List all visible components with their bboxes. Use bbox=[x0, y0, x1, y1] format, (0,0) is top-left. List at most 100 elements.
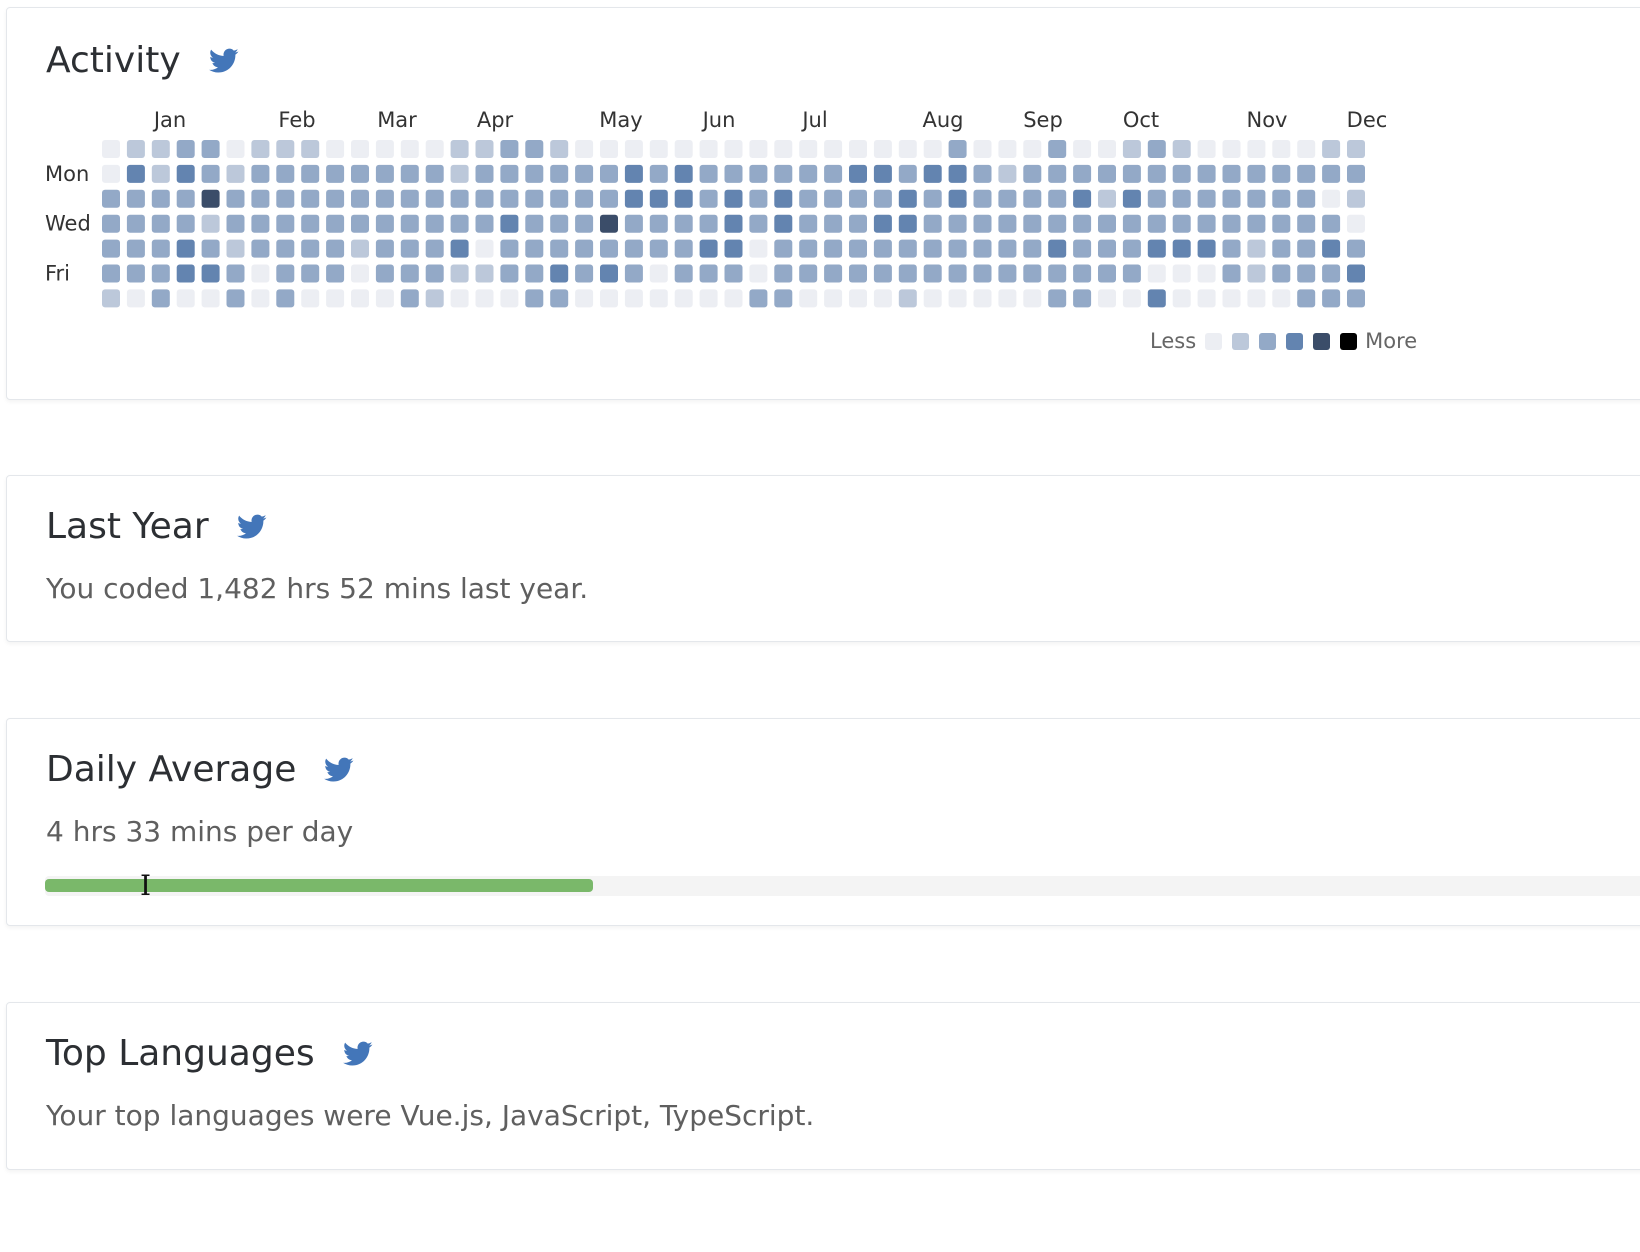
heatmap-cell[interactable] bbox=[1197, 214, 1216, 233]
heatmap-cell[interactable] bbox=[276, 214, 295, 233]
heatmap-cell[interactable] bbox=[1048, 164, 1067, 183]
heatmap-cell[interactable] bbox=[126, 164, 145, 183]
heatmap-cell[interactable] bbox=[873, 239, 892, 258]
heatmap-cell[interactable] bbox=[1147, 239, 1166, 258]
heatmap-cell[interactable] bbox=[1122, 239, 1141, 258]
heatmap-cell[interactable] bbox=[1322, 214, 1341, 233]
heatmap-cell[interactable] bbox=[450, 214, 469, 233]
heatmap-cell[interactable] bbox=[849, 289, 867, 308]
heatmap-cell[interactable] bbox=[749, 214, 768, 233]
heatmap-cell[interactable] bbox=[276, 164, 295, 183]
heatmap-cell[interactable] bbox=[948, 189, 967, 208]
heatmap-cell[interactable] bbox=[923, 289, 942, 308]
heatmap-cell[interactable] bbox=[649, 214, 668, 233]
heatmap-cell[interactable] bbox=[201, 264, 220, 283]
heatmap-cell[interactable] bbox=[500, 164, 519, 183]
heatmap-cell[interactable] bbox=[1147, 264, 1166, 283]
heatmap-cell[interactable] bbox=[1222, 189, 1241, 208]
heatmap-cell[interactable] bbox=[126, 239, 145, 258]
heatmap-cell[interactable] bbox=[1347, 289, 1365, 308]
heatmap-cell[interactable] bbox=[1073, 264, 1092, 283]
heatmap-cell[interactable] bbox=[674, 214, 693, 233]
heatmap-cell[interactable] bbox=[450, 239, 469, 258]
heatmap-cell[interactable] bbox=[351, 140, 369, 158]
heatmap-cell[interactable] bbox=[326, 264, 345, 283]
heatmap-cell[interactable] bbox=[799, 289, 818, 308]
heatmap-cell[interactable] bbox=[226, 189, 245, 208]
heatmap-cell[interactable] bbox=[898, 264, 917, 283]
heatmap-cell[interactable] bbox=[799, 189, 818, 208]
twitter-share-icon[interactable] bbox=[324, 757, 354, 783]
heatmap-cell[interactable] bbox=[575, 289, 594, 308]
heatmap-cell[interactable] bbox=[500, 140, 519, 158]
heatmap-cell[interactable] bbox=[525, 239, 544, 258]
heatmap-cell[interactable] bbox=[749, 289, 768, 308]
heatmap-cell[interactable] bbox=[1322, 289, 1341, 308]
heatmap-cell[interactable] bbox=[500, 239, 519, 258]
heatmap-cell[interactable] bbox=[525, 164, 544, 183]
heatmap-cell[interactable] bbox=[375, 140, 394, 158]
heatmap-cell[interactable] bbox=[1272, 140, 1291, 158]
heatmap-cell[interactable] bbox=[1297, 189, 1316, 208]
heatmap-cell[interactable] bbox=[998, 239, 1017, 258]
heatmap-cell[interactable] bbox=[1347, 239, 1365, 258]
heatmap-cell[interactable] bbox=[226, 264, 245, 283]
heatmap-cell[interactable] bbox=[674, 239, 693, 258]
heatmap-cell[interactable] bbox=[600, 289, 618, 308]
heatmap-cell[interactable] bbox=[1098, 239, 1116, 258]
heatmap-cell[interactable] bbox=[799, 264, 818, 283]
heatmap-cell[interactable] bbox=[351, 189, 369, 208]
heatmap-cell[interactable] bbox=[1023, 289, 1042, 308]
heatmap-cell[interactable] bbox=[1272, 214, 1291, 233]
heatmap-cell[interactable] bbox=[1297, 140, 1316, 158]
heatmap-cell[interactable] bbox=[923, 189, 942, 208]
heatmap-cell[interactable] bbox=[326, 140, 345, 158]
heatmap-cell[interactable] bbox=[575, 164, 594, 183]
heatmap-cell[interactable] bbox=[873, 289, 892, 308]
heatmap-cell[interactable] bbox=[226, 289, 245, 308]
heatmap-cell[interactable] bbox=[102, 140, 120, 158]
heatmap-cell[interactable] bbox=[201, 140, 220, 158]
heatmap-cell[interactable] bbox=[699, 214, 718, 233]
heatmap-cell[interactable] bbox=[948, 239, 967, 258]
heatmap-cell[interactable] bbox=[1122, 140, 1141, 158]
heatmap-cell[interactable] bbox=[799, 214, 818, 233]
heatmap-cell[interactable] bbox=[525, 264, 544, 283]
heatmap-cell[interactable] bbox=[674, 264, 693, 283]
heatmap-cell[interactable] bbox=[475, 214, 494, 233]
heatmap-cell[interactable] bbox=[973, 189, 992, 208]
heatmap-cell[interactable] bbox=[1098, 189, 1116, 208]
heatmap-cell[interactable] bbox=[226, 164, 245, 183]
heatmap-cell[interactable] bbox=[151, 289, 170, 308]
heatmap-cell[interactable] bbox=[550, 164, 569, 183]
heatmap-cell[interactable] bbox=[326, 239, 345, 258]
heatmap-cell[interactable] bbox=[176, 214, 195, 233]
heatmap-cell[interactable] bbox=[102, 164, 120, 183]
heatmap-cell[interactable] bbox=[1048, 264, 1067, 283]
heatmap-cell[interactable] bbox=[898, 289, 917, 308]
heatmap-cell[interactable] bbox=[176, 239, 195, 258]
heatmap-cell[interactable] bbox=[973, 140, 992, 158]
heatmap-cell[interactable] bbox=[1048, 140, 1067, 158]
twitter-share-icon[interactable] bbox=[236, 514, 267, 540]
heatmap-cell[interactable] bbox=[624, 289, 643, 308]
heatmap-cell[interactable] bbox=[1197, 264, 1216, 283]
heatmap-cell[interactable] bbox=[1147, 214, 1166, 233]
heatmap-cell[interactable] bbox=[525, 189, 544, 208]
heatmap-cell[interactable] bbox=[1197, 140, 1216, 158]
heatmap-cell[interactable] bbox=[1073, 289, 1092, 308]
heatmap-cell[interactable] bbox=[1297, 239, 1316, 258]
heatmap-cell[interactable] bbox=[425, 140, 444, 158]
heatmap-cell[interactable] bbox=[624, 189, 643, 208]
twitter-share-icon[interactable] bbox=[342, 1041, 373, 1067]
heatmap-cell[interactable] bbox=[102, 264, 120, 283]
heatmap-cell[interactable] bbox=[948, 164, 967, 183]
heatmap-cell[interactable] bbox=[774, 264, 793, 283]
heatmap-cell[interactable] bbox=[425, 214, 444, 233]
heatmap-cell[interactable] bbox=[898, 164, 917, 183]
heatmap-cell[interactable] bbox=[973, 264, 992, 283]
heatmap-cell[interactable] bbox=[1222, 140, 1241, 158]
heatmap-cell[interactable] bbox=[1147, 140, 1166, 158]
heatmap-cell[interactable] bbox=[475, 140, 494, 158]
heatmap-cell[interactable] bbox=[550, 239, 569, 258]
